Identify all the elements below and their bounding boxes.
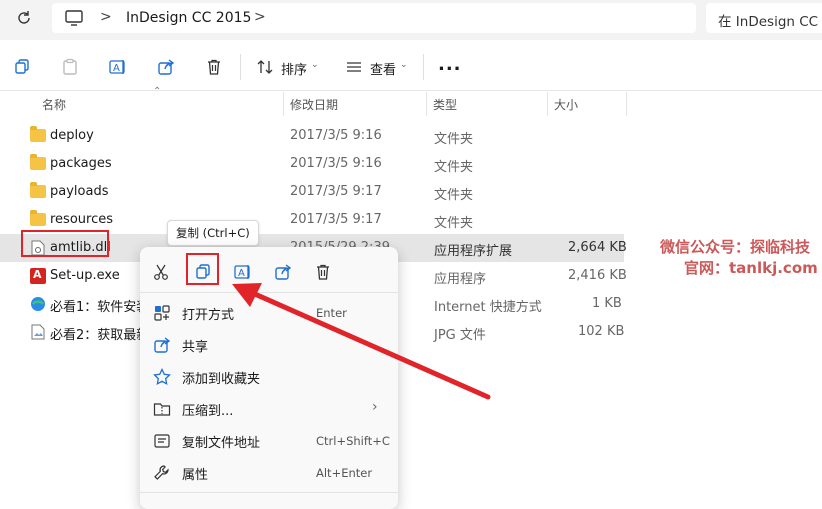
share-icon (153, 336, 171, 354)
toolbar-divider-2 (423, 54, 424, 80)
star-icon (153, 368, 171, 386)
breadcrumb-separator[interactable]: > (100, 9, 112, 25)
file-type: 文件夹 (434, 132, 474, 147)
menu-item-shortcut: Alt+Enter (316, 466, 373, 480)
menu-item-shortcut: Ctrl+Shift+C (316, 434, 390, 448)
toolbar-divider (240, 54, 241, 80)
column-header-size[interactable]: 大小 (554, 96, 578, 120)
column-divider (283, 92, 284, 116)
sort-icon[interactable] (254, 56, 276, 78)
internet-shortcut-icon (30, 296, 46, 312)
share-icon[interactable] (155, 56, 177, 78)
file-name: packages (50, 156, 112, 171)
table-row[interactable]: payloads 2017/3/5 9:17 文件夹 (0, 178, 624, 206)
adobe-exe-icon: A (30, 268, 46, 284)
more-options-button[interactable]: ... (438, 54, 462, 75)
file-size: 2,416 KB (568, 268, 627, 283)
refresh-icon[interactable] (14, 8, 34, 28)
column-header-type[interactable]: 类型 (433, 96, 457, 120)
command-bar: A 排序 ⌄ 查看 ⌄ ... (0, 44, 822, 91)
view-icon[interactable] (343, 56, 365, 78)
chevron-down-icon-2[interactable]: ⌄ (400, 60, 408, 70)
chevron-down-icon[interactable]: ⌄ (311, 60, 319, 70)
copy-icon[interactable] (11, 56, 33, 78)
breadcrumb-separator-2[interactable]: > (254, 9, 266, 25)
file-size: 1 KB (592, 296, 622, 311)
file-name: payloads (50, 184, 109, 199)
folder-icon (30, 154, 46, 170)
paste-icon[interactable] (59, 56, 81, 78)
wrench-icon (153, 464, 171, 482)
svg-text:A: A (113, 63, 120, 74)
open-with-icon (153, 304, 171, 322)
file-modified: 2017/3/5 9:16 (290, 156, 382, 171)
rename-icon[interactable]: A (107, 56, 129, 78)
menu-item-properties[interactable]: 属性 Alt+Enter (140, 457, 398, 489)
sort-up-icon: ⌃ (153, 86, 162, 97)
file-modified: 2017/3/5 9:17 (290, 212, 382, 227)
delete-icon[interactable] (203, 56, 225, 78)
file-type: 文件夹 (434, 216, 474, 231)
cut-icon[interactable] (150, 261, 172, 283)
watermark-line-2: 官网：tanlkj.com (684, 259, 818, 277)
folder-icon (30, 182, 46, 198)
file-name: 必看2：获取最新 (50, 328, 150, 343)
tooltip: 复制 (Ctrl+C) (167, 220, 259, 246)
file-type: 应用程序扩展 (434, 244, 513, 259)
file-name: resources (50, 212, 114, 227)
sort-button[interactable]: 排序 (281, 59, 307, 78)
file-modified: 2017/3/5 9:17 (290, 184, 382, 199)
zip-folder-icon (153, 400, 171, 418)
search-input[interactable]: 在 InDesign CC 2015 中搜索 (718, 10, 822, 30)
column-divider-3 (547, 92, 548, 116)
column-header-modified[interactable]: 修改日期 (290, 96, 338, 120)
menu-item-label: 复制文件地址 (182, 436, 261, 451)
view-button[interactable]: 查看 (370, 59, 396, 78)
table-row[interactable]: packages 2017/3/5 9:16 文件夹 (0, 150, 624, 178)
file-type: 文件夹 (434, 160, 474, 175)
menu-item-label: 属性 (182, 468, 209, 483)
file-modified: 2017/3/5 9:16 (290, 128, 382, 143)
menu-item-label: 共享 (182, 340, 209, 355)
file-type: 文件夹 (434, 188, 474, 203)
annotation-arrow (232, 283, 491, 400)
column-divider-4 (626, 92, 627, 116)
monitor-icon (64, 9, 84, 27)
jpg-file-icon (31, 324, 45, 340)
folder-icon (30, 210, 46, 226)
watermark-line-1: 微信公众号：探临科技 (660, 238, 811, 256)
menu-divider-2 (140, 492, 398, 493)
table-row[interactable]: deploy 2017/3/5 9:16 文件夹 (0, 122, 624, 150)
file-size: 102 KB (578, 324, 625, 339)
search-box[interactable]: 在 InDesign CC 2015 中搜索 (706, 3, 822, 33)
copy-path-icon (153, 432, 171, 450)
breadcrumb-folder[interactable]: InDesign CC 2015 (126, 10, 251, 26)
highlight-box-copy (186, 253, 219, 285)
file-size: 2,664 KB (568, 240, 627, 255)
column-header-name[interactable]: 名称 (42, 96, 66, 120)
folder-icon (30, 126, 46, 142)
file-name: deploy (50, 128, 94, 143)
column-divider-2 (426, 92, 427, 116)
menu-item-copy-path[interactable]: 复制文件地址 Ctrl+Shift+C (140, 425, 398, 457)
file-name: Set-up.exe (50, 268, 120, 283)
highlight-box (21, 230, 109, 257)
file-name: 必看1：软件安装 (50, 300, 150, 315)
